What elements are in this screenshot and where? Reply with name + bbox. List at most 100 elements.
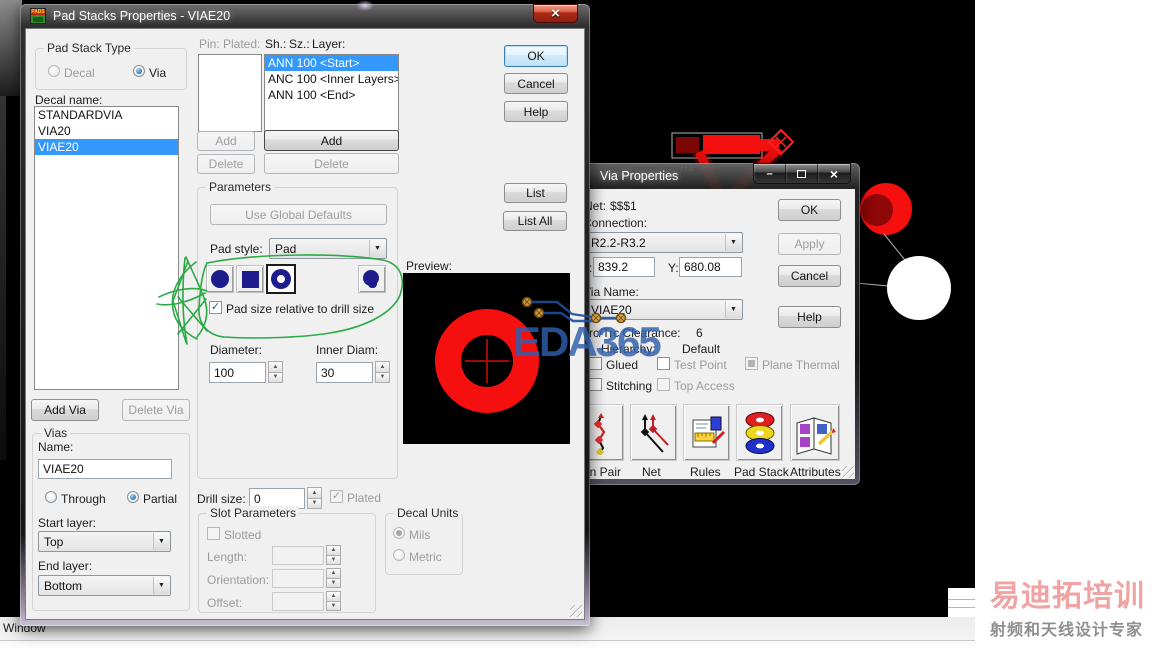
inner-diam-spinner[interactable]: ▲▼ bbox=[375, 362, 390, 383]
close-button[interactable]: × bbox=[533, 4, 578, 23]
via-apply-button[interactable]: Apply bbox=[778, 233, 841, 255]
via-cancel-button[interactable]: Cancel bbox=[778, 265, 841, 287]
spin-down-icon[interactable]: ▼ bbox=[326, 555, 341, 566]
via-dialog-title: Via Properties bbox=[600, 169, 678, 183]
through-radio[interactable] bbox=[45, 491, 57, 503]
decal-radio[interactable] bbox=[48, 65, 60, 77]
stitching-label: Stitching bbox=[606, 379, 652, 393]
resize-grip[interactable] bbox=[570, 605, 582, 617]
length-spinner[interactable]: ▲▼ bbox=[326, 546, 341, 565]
mils-radio[interactable] bbox=[393, 527, 405, 539]
layer-header: Layer: bbox=[312, 37, 345, 51]
shape-odd-button[interactable] bbox=[358, 265, 386, 293]
list-item[interactable]: STANDARDVIA bbox=[35, 107, 178, 123]
delete-pin-button[interactable]: Delete bbox=[197, 154, 255, 174]
via-name-field[interactable]: VIAE20 bbox=[38, 459, 172, 479]
parameters-group: Parameters bbox=[197, 187, 398, 479]
delete-via-button[interactable]: Delete Via bbox=[122, 399, 190, 421]
plated-checkbox[interactable]: ✓ bbox=[330, 490, 343, 503]
stitching-checkbox[interactable] bbox=[589, 378, 602, 391]
partial-radio[interactable] bbox=[127, 491, 139, 503]
spin-down-icon[interactable]: ▼ bbox=[307, 498, 322, 510]
via-radio-label: Via bbox=[149, 66, 166, 80]
test-point-label: Test Point bbox=[674, 358, 727, 372]
right-panel bbox=[975, 0, 1152, 648]
connection-select[interactable]: R2.2-R3.2 ▼ bbox=[585, 232, 743, 253]
list-item[interactable]: ANN 100 <End> bbox=[265, 87, 398, 103]
pad-style-select[interactable]: Pad ▼ bbox=[269, 238, 387, 259]
list-item[interactable]: ANC 100 <Inner Layers> bbox=[265, 71, 398, 87]
top-access-label: Top Access bbox=[674, 379, 735, 393]
end-layer-select[interactable]: Bottom ▼ bbox=[38, 575, 171, 596]
via-radio[interactable] bbox=[133, 65, 145, 77]
pad-stack-button[interactable] bbox=[736, 404, 783, 461]
white-pad[interactable] bbox=[887, 256, 951, 320]
chevron-down-icon[interactable]: ▼ bbox=[153, 533, 169, 550]
chevron-down-icon[interactable]: ▼ bbox=[153, 577, 169, 594]
list-button[interactable]: List bbox=[504, 183, 567, 203]
spin-down-icon[interactable]: ▼ bbox=[326, 601, 341, 612]
list-item-selected[interactable]: VIAE20 bbox=[35, 139, 178, 155]
offset-spinner[interactable]: ▲▼ bbox=[326, 592, 341, 611]
y-field[interactable]: 680.08 bbox=[679, 257, 742, 277]
test-point-checkbox[interactable] bbox=[657, 357, 670, 370]
list-item[interactable]: VIA20 bbox=[35, 123, 178, 139]
title-bar-reflection bbox=[356, 0, 374, 11]
help-button[interactable]: Help bbox=[504, 101, 568, 122]
close-button[interactable]: × bbox=[818, 164, 850, 183]
add-layer-button[interactable]: Add bbox=[264, 130, 399, 151]
ok-button[interactable]: OK bbox=[504, 45, 568, 67]
top-access-checkbox[interactable] bbox=[657, 378, 670, 391]
via-name-select[interactable]: VIAE20 ▼ bbox=[585, 299, 743, 320]
chevron-down-icon[interactable]: ▼ bbox=[725, 301, 741, 318]
via-properties-dialog: Via Properties – × Net: $$$1 Connection:… bbox=[562, 163, 860, 485]
via-ok-button[interactable]: OK bbox=[778, 199, 841, 221]
pad-dialog-title: Pad Stacks Properties - VIAE20 bbox=[53, 9, 230, 23]
start-layer-select[interactable]: Top ▼ bbox=[38, 531, 171, 552]
divider bbox=[948, 607, 975, 608]
length-field[interactable] bbox=[272, 546, 324, 565]
decal-name-listbox: STANDARDVIA VIA20 VIAE20 bbox=[34, 106, 179, 390]
spin-down-icon[interactable]: ▼ bbox=[268, 372, 283, 384]
minimize-button[interactable]: – bbox=[754, 164, 786, 183]
offset-field[interactable] bbox=[272, 592, 324, 611]
via-help-button[interactable]: Help bbox=[778, 306, 841, 328]
preview-pane bbox=[403, 273, 570, 444]
delete-layer-button[interactable]: Delete bbox=[264, 153, 399, 174]
diameter-spinner[interactable]: ▲▼ bbox=[268, 362, 283, 383]
spin-down-icon[interactable]: ▼ bbox=[326, 578, 341, 589]
orientation-field[interactable] bbox=[272, 569, 324, 588]
shape-circle-button[interactable] bbox=[206, 265, 234, 293]
pad-dark[interactable] bbox=[676, 137, 699, 153]
chevron-down-icon[interactable]: ▼ bbox=[369, 240, 385, 257]
cancel-button[interactable]: Cancel bbox=[504, 73, 568, 94]
attributes-button[interactable] bbox=[790, 404, 840, 461]
list-all-button[interactable]: List All bbox=[503, 211, 567, 231]
sz-header: Sz.: bbox=[289, 37, 310, 51]
maximize-button[interactable] bbox=[786, 164, 818, 183]
slotted-label: Slotted bbox=[224, 528, 261, 542]
spin-down-icon[interactable]: ▼ bbox=[375, 372, 390, 384]
use-global-defaults-button[interactable]: Use Global Defaults bbox=[210, 204, 387, 225]
drill-size-spinner[interactable]: ▲▼ bbox=[307, 488, 322, 509]
shape-annular-button[interactable] bbox=[266, 264, 296, 294]
rules-button[interactable] bbox=[683, 404, 730, 461]
plane-thermal-checkbox[interactable] bbox=[745, 357, 758, 370]
pad-bright[interactable] bbox=[703, 135, 760, 154]
metric-radio[interactable] bbox=[393, 549, 405, 561]
x-field[interactable]: 839.2 bbox=[593, 257, 655, 277]
glued-checkbox[interactable] bbox=[589, 357, 602, 370]
y-label: Y: bbox=[668, 261, 679, 275]
add-via-button[interactable]: Add Via bbox=[31, 399, 99, 421]
chevron-down-icon[interactable]: ▼ bbox=[725, 234, 741, 251]
slotted-checkbox[interactable] bbox=[207, 527, 220, 540]
resize-grip[interactable] bbox=[842, 466, 854, 478]
add-pin-button[interactable]: Add bbox=[197, 131, 255, 151]
shape-square-button[interactable] bbox=[236, 265, 264, 293]
pad-size-relative-checkbox[interactable]: ✓ bbox=[209, 301, 222, 314]
net-button[interactable] bbox=[630, 404, 677, 461]
orientation-spinner[interactable]: ▲▼ bbox=[326, 569, 341, 588]
list-item-selected[interactable]: ANN 100 <Start> bbox=[265, 55, 398, 71]
inner-diam-field[interactable]: 30 bbox=[316, 362, 373, 383]
diameter-field[interactable]: 100 bbox=[209, 362, 266, 383]
